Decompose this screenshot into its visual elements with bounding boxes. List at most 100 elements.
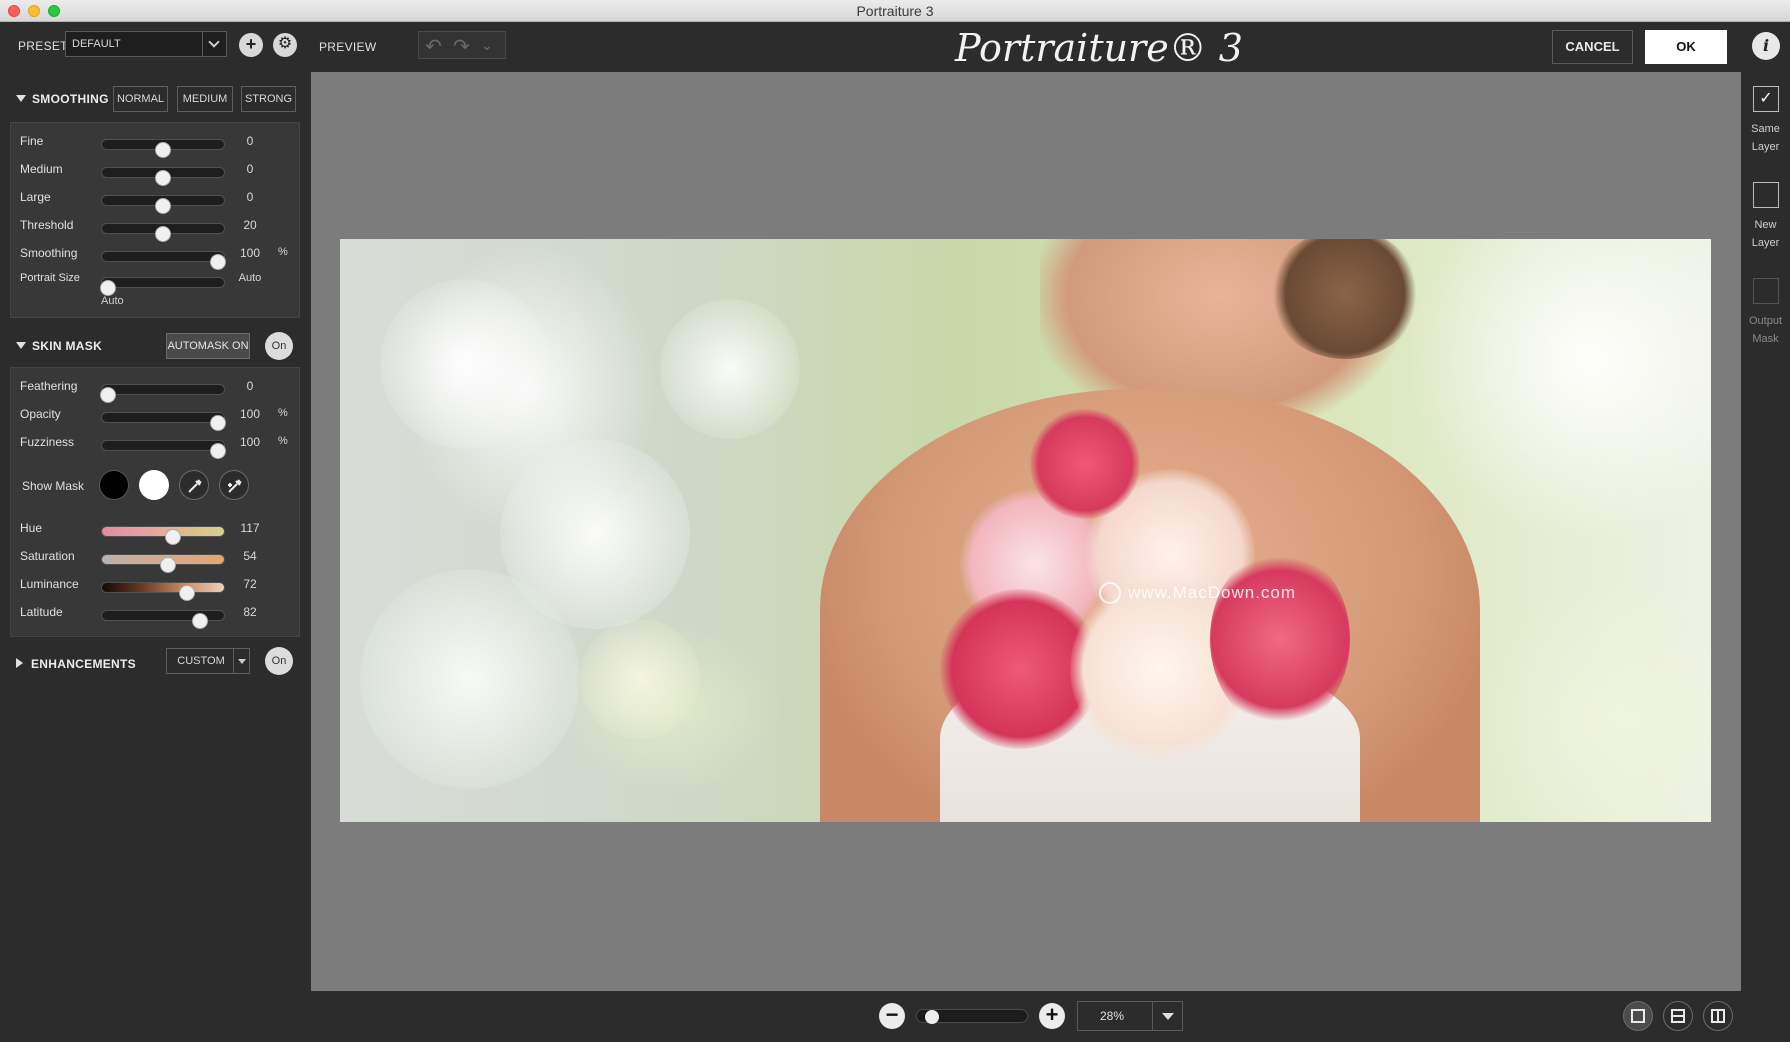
latitude-slider[interactable]	[101, 610, 225, 629]
info-icon[interactable]: i	[1752, 32, 1780, 60]
mask-white-swatch[interactable]	[139, 470, 169, 500]
mask-black-swatch[interactable]	[99, 470, 129, 500]
slider-knob[interactable]	[155, 198, 171, 214]
enhancements-section-toggle[interactable]: ENHANCEMENTS	[16, 657, 136, 671]
single-view-button[interactable]	[1623, 1001, 1653, 1031]
slider-value[interactable]: 100	[229, 435, 271, 449]
slider-value[interactable]: 72	[229, 577, 271, 591]
zoom-slider[interactable]	[916, 1009, 1028, 1024]
zoom-out-button[interactable]: −	[879, 1003, 905, 1029]
smoothing-strong-button[interactable]: STRONG	[241, 86, 296, 112]
slider-value[interactable]: 117	[229, 521, 271, 535]
eyedropper-add-button[interactable]	[219, 470, 249, 500]
slider-label: Hue	[20, 521, 43, 535]
slider-value[interactable]: 54	[229, 549, 271, 563]
slider-label: Portrait Size	[20, 272, 80, 284]
label-line: New	[1754, 219, 1777, 231]
enhancements-on-toggle[interactable]: On	[265, 647, 293, 675]
slider-value[interactable]: 0	[229, 379, 271, 393]
undo-icon[interactable]: ↶	[425, 34, 442, 59]
new-layer-checkbox[interactable]	[1753, 182, 1779, 208]
smoothing-medium-button[interactable]: MEDIUM	[177, 86, 233, 112]
skin-mask-on-toggle[interactable]: On	[265, 332, 293, 360]
slider-knob[interactable]	[191, 613, 208, 629]
eyedropper-button[interactable]	[179, 470, 209, 500]
output-panel: ✓ Same Layer New Layer Output Mask	[1741, 72, 1790, 1042]
slider-knob[interactable]	[179, 585, 196, 601]
preview-label: PREVIEW	[319, 40, 377, 54]
fuzziness-slider[interactable]	[101, 440, 226, 459]
slider-value[interactable]: 0	[229, 162, 271, 176]
cancel-button[interactable]: CANCEL	[1552, 30, 1633, 64]
threshold-slider[interactable]	[101, 223, 225, 242]
add-preset-button[interactable]: +	[239, 33, 263, 57]
slider-value[interactable]: 82	[229, 605, 271, 619]
label-line: Layer	[1751, 237, 1780, 249]
preset-settings-button[interactable]: ⚙	[273, 33, 297, 57]
zoom-in-button[interactable]: +	[1039, 1003, 1065, 1029]
output-mask-checkbox[interactable]	[1753, 278, 1779, 304]
slider-row-smoothing: Smoothing 100 %	[11, 243, 301, 270]
eyedropper-icon	[188, 479, 202, 493]
ok-button[interactable]: OK	[1645, 30, 1727, 64]
watermark-text: www.MacDown.com	[1128, 583, 1297, 602]
slider-row-fuzziness: Fuzziness 100 %	[11, 432, 301, 459]
slider-knob[interactable]	[155, 142, 171, 158]
history-dropdown-icon[interactable]: ⌄	[481, 37, 493, 54]
zoom-slider-knob[interactable]	[924, 1010, 939, 1024]
large-slider[interactable]	[101, 195, 225, 214]
luminance-slider[interactable]	[101, 582, 225, 601]
slider-knob[interactable]	[159, 557, 176, 573]
redo-icon[interactable]: ↷	[453, 34, 470, 59]
eyedropper-plus-icon	[228, 479, 242, 493]
watermark-logo-icon	[1099, 582, 1121, 604]
split-vertical-view-button[interactable]	[1703, 1001, 1733, 1031]
preset-dropdown[interactable]: DEFAULT	[65, 31, 227, 57]
preset-dropdown-toggle[interactable]	[202, 32, 226, 56]
zoom-dropdown-toggle[interactable]	[1152, 1002, 1182, 1030]
zoom-level-select[interactable]: 28%	[1077, 1001, 1183, 1031]
slider-knob[interactable]	[155, 226, 171, 242]
slider-value[interactable]: 100	[229, 246, 271, 260]
slider-value[interactable]: Auto	[229, 272, 271, 284]
slider-knob[interactable]	[100, 280, 117, 296]
slider-knob[interactable]	[100, 387, 117, 403]
skin-mask-section-toggle[interactable]: SKIN MASK	[16, 339, 102, 353]
fine-slider[interactable]	[101, 139, 225, 158]
preview-image[interactable]	[340, 239, 1711, 822]
slider-knob[interactable]	[164, 529, 181, 545]
slider-label: Luminance	[20, 577, 79, 591]
zoom-level-value[interactable]: 28%	[1078, 1009, 1146, 1023]
label-line: Output	[1748, 315, 1783, 327]
slider-value[interactable]: 0	[229, 134, 271, 148]
slider-value[interactable]: 0	[229, 190, 271, 204]
minus-icon: −	[885, 1002, 899, 1027]
blossom-shape	[380, 279, 550, 449]
automask-button[interactable]: AUTOMASK ON	[166, 333, 250, 359]
smoothing-normal-button[interactable]: NORMAL	[113, 86, 168, 112]
preview-canvas[interactable]: www.MacDown.com	[311, 72, 1741, 991]
smoothing-slider[interactable]	[101, 251, 226, 270]
hue-slider[interactable]	[101, 526, 225, 545]
smoothing-section-toggle[interactable]: SMOOTHING	[16, 92, 109, 106]
feathering-slider[interactable]	[100, 384, 225, 403]
slider-value[interactable]: 100	[229, 407, 271, 421]
split-horizontal-icon	[1671, 1009, 1685, 1023]
slider-knob[interactable]	[209, 254, 226, 270]
slider-knob[interactable]	[209, 415, 226, 431]
slider-label: Feathering	[20, 379, 78, 393]
slider-label: Medium	[20, 162, 63, 176]
enhancements-title: ENHANCEMENTS	[31, 657, 136, 671]
portrait-size-slider[interactable]	[100, 277, 225, 296]
enhancements-dropdown-toggle[interactable]	[233, 649, 249, 673]
saturation-slider[interactable]	[101, 554, 225, 573]
split-horizontal-view-button[interactable]	[1663, 1001, 1693, 1031]
same-layer-checkbox[interactable]: ✓	[1753, 86, 1779, 112]
opacity-slider[interactable]	[101, 412, 226, 431]
slider-knob[interactable]	[155, 170, 171, 186]
medium-slider[interactable]	[101, 167, 225, 186]
slider-value[interactable]: 20	[229, 218, 271, 232]
slider-knob[interactable]	[209, 443, 226, 459]
enhancements-preset-dropdown[interactable]: CUSTOM	[166, 648, 250, 674]
show-mask-label: Show Mask	[22, 479, 85, 493]
